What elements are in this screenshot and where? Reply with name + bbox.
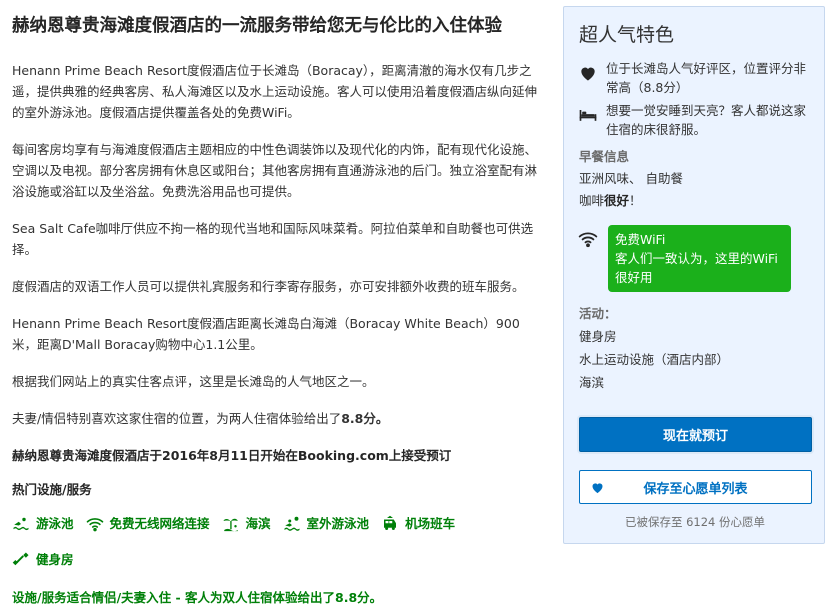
description-paragraph: 每间客房均享有与海滩度假酒店主题相应的中性色调装饰以及现代化的内饰，配有现代化设… xyxy=(12,142,538,199)
facility-label: 海滨 xyxy=(245,516,271,531)
facilities-heading: 热门设施/服务 xyxy=(12,482,92,497)
save-to-wishlist-button[interactable]: 保存至心愿单列表 xyxy=(579,470,812,504)
highlights-panel: 超人气特色 位于长滩岛人气好评区，位置评分非常高（8.8分） 想要一觉安睡到天亮… xyxy=(563,6,825,544)
wifi-icon xyxy=(86,518,103,532)
facility-label: 游泳池 xyxy=(36,516,74,531)
coffee-prefix: 咖啡 xyxy=(579,193,605,208)
wishlist-count-note: 已被保存至 6124 份心愿单 xyxy=(624,515,766,529)
highlight-bed: 想要一觉安睡到天亮？客人都说这家住宿的床很舒服。 xyxy=(578,101,814,139)
couples-text: 夫妻/情侣特别喜欢这家住宿的位置，为两人住宿体验给出了 xyxy=(12,411,342,426)
description-paragraph: Henann Prime Beach Resort度假酒店位于长滩岛（Borac… xyxy=(12,63,538,120)
description-column: 赫纳恩尊贵海滩度假酒店的一流服务带给您无与伦比的入住体验 Henann Prim… xyxy=(12,14,542,608)
wifi-icon xyxy=(578,232,598,248)
highlight-text: 位于长滩岛人气好评区，位置评分非常高（8.8分） xyxy=(606,61,807,95)
bed-icon xyxy=(579,110,597,121)
outdoor-pool-icon xyxy=(284,516,300,531)
shuttle-icon xyxy=(384,515,397,530)
activity-item: 健身房 xyxy=(579,329,617,344)
facility-beach: 海滨 xyxy=(222,512,271,536)
facilities-list: 游泳池 免费无线网络连接 海滨 室外游泳池 机场班车 健身房 xyxy=(12,512,532,584)
property-title: 赫纳恩尊贵海滩度假酒店的一流服务带给您无与伦比的入住体验 xyxy=(12,16,502,36)
fitness-icon xyxy=(12,552,29,566)
save-button-label: 保存至心愿单列表 xyxy=(643,481,748,497)
beach-icon xyxy=(223,518,238,532)
activities-label: 活动： xyxy=(579,306,617,321)
wifi-highlight: 免费WiFi 客人们一致认为，这里的WiFi很好用 xyxy=(578,225,812,292)
activity-item: 海滨 xyxy=(579,375,605,390)
coffee-rating: 咖啡很好！ xyxy=(579,191,642,210)
facility-label: 室外游泳池 xyxy=(306,516,370,531)
swimming-icon xyxy=(13,517,29,531)
activity-item: 水上运动设施（酒店内部） xyxy=(579,352,730,367)
breakfast-types: 亚洲风味、 自助餐 xyxy=(579,171,683,186)
highlight-text: 想要一觉安睡到天亮？客人都说这家住宿的床很舒服。 xyxy=(606,103,807,137)
heart-icon xyxy=(581,67,595,81)
wifi-badge: 免费WiFi 客人们一致认为，这里的WiFi很好用 xyxy=(608,225,791,292)
facility-outdoor-pool: 室外游泳池 xyxy=(283,512,370,536)
description-paragraph: Henann Prime Beach Resort度假酒店距离长滩岛白海滩（Bo… xyxy=(12,316,520,352)
highlights-title: 超人气特色 xyxy=(579,24,675,46)
property-description-page: 赫纳恩尊贵海滩度假酒店的一流服务带给您无与伦比的入住体验 Henann Prim… xyxy=(0,0,828,609)
facility-label: 机场班车 xyxy=(405,516,456,531)
highlight-location: 位于长滩岛人气好评区，位置评分非常高（8.8分） xyxy=(578,59,814,97)
description-paragraph: 度假酒店的双语工作人员可以提供礼宾服务和行李寄存服务，亦可安排额外收费的班车服务… xyxy=(12,279,525,294)
wifi-badge-title: 免费WiFi xyxy=(615,232,666,247)
facility-pool: 游泳池 xyxy=(12,512,74,536)
facility-label: 免费无线网络连接 xyxy=(109,516,210,531)
heart-icon xyxy=(592,483,603,494)
facilities-couples-note: 设施/服务适合情侣/夫妻入住 - 客人为双人住宿体验给出了8.8分。 xyxy=(12,590,383,605)
breakfast-label: 早餐信息 xyxy=(579,149,630,164)
booking-since-text: 赫纳恩尊贵海滩度假酒店于2016年8月11日开始在Booking.com上接受预… xyxy=(12,448,452,463)
coffee-suffix: ！ xyxy=(629,193,642,208)
facility-wifi: 免费无线网络连接 xyxy=(86,512,210,536)
wifi-badge-text: 客人们一致认为，这里的WiFi很好用 xyxy=(615,251,778,285)
book-now-button[interactable]: 现在就预订 xyxy=(579,417,812,452)
facility-shuttle: 机场班车 xyxy=(381,512,455,536)
facility-label: 健身房 xyxy=(36,552,74,567)
description-paragraph: Sea Salt Cafe咖啡厅供应不拘一格的现代当地和国际风味菜肴。阿拉伯菜单… xyxy=(12,221,534,257)
couples-score-text: 夫妻/情侣特别喜欢这家住宿的位置，为两人住宿体验给出了8.8分。 xyxy=(12,408,542,429)
coffee-rating-value: 很好 xyxy=(604,193,630,208)
couples-score: 8.8分。 xyxy=(341,411,389,426)
facility-fitness: 健身房 xyxy=(12,548,74,572)
description-paragraph: 根据我们网站上的真实住客点评，这里是长滩岛的人气地区之一。 xyxy=(12,374,375,389)
